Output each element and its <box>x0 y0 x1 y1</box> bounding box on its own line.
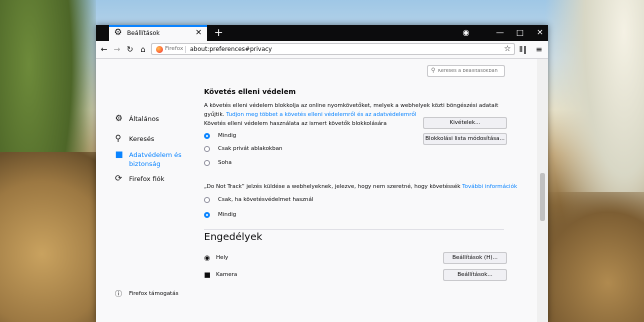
preferences-content: ⚲ Követés elleni védelem A követés ellen… <box>196 59 536 322</box>
radio-selected[interactable] <box>204 212 210 218</box>
firefox-identity-label: Firefox <box>165 46 184 52</box>
tracking-use-label: Követés elleni védelem használata az ism… <box>204 121 387 127</box>
learn-more-link[interactable]: Tudjon meg többet a követés elleni védel… <box>226 112 416 118</box>
section-divider <box>204 229 504 230</box>
scrollbar-thumb[interactable] <box>540 173 545 221</box>
sidebar-item-label: Adatvédelem és <box>129 151 182 159</box>
forward-arrow-icon[interactable]: → <box>111 41 123 58</box>
content-scrollbar[interactable] <box>537 59 548 322</box>
plus-icon[interactable]: + <box>214 25 223 41</box>
radio-unselected[interactable] <box>204 160 210 166</box>
gear-icon: ⚙ <box>115 114 123 124</box>
reload-icon[interactable]: ↻ <box>124 41 136 58</box>
maximize-icon[interactable]: □ <box>510 25 530 41</box>
search-input[interactable] <box>438 66 502 76</box>
radio-unselected[interactable] <box>204 146 210 152</box>
sidebar-item-label: Firefox fiók <box>129 175 165 183</box>
radio-label: Csak, ha követésvédelmet használ <box>218 197 314 203</box>
dnt-label: „Do Not Track” jelzés küldése a webhelye… <box>204 184 461 190</box>
url-separator <box>185 46 186 53</box>
mask-icon[interactable]: ◉ <box>456 25 476 41</box>
tracking-description: A követés elleni védelem blokkolja az on… <box>204 103 499 109</box>
sync-icon: ⟳ <box>115 174 123 184</box>
url-bar[interactable]: Firefox about:preferences#privacy ☆ <box>151 43 515 55</box>
tab-preferences[interactable]: ⚙ Beállítások ✕ <box>109 25 207 41</box>
radio-label: Soha <box>218 160 232 166</box>
camera-icon: ■ <box>204 271 211 279</box>
camera-settings-button[interactable]: Beállítások... <box>443 269 507 281</box>
change-blocklist-button[interactable]: Blokkolási lista módosítása... <box>423 133 507 145</box>
sidebar-item-label: Keresés <box>129 135 155 143</box>
home-icon[interactable]: ⌂ <box>137 41 149 58</box>
help-icon: ⓘ <box>115 290 122 298</box>
url-text[interactable]: about:preferences#privacy <box>190 45 272 54</box>
sidebar-item-label-line2: biztonság <box>129 160 161 168</box>
gear-icon: ⚙ <box>114 28 123 38</box>
sidebar-item-label: Általános <box>129 115 160 123</box>
tracking-description-end: gyűjtik. <box>204 112 225 118</box>
tab-title: Beállítások <box>127 30 160 37</box>
search-icon: ⚲ <box>431 67 436 74</box>
star-icon[interactable]: ☆ <box>504 44 511 54</box>
close-icon[interactable]: ✕ <box>195 28 202 38</box>
dnt-more-info-link[interactable]: További információk <box>462 184 517 190</box>
tab-bar: ⚙ Beállítások ✕ + ◉ — □ ✕ <box>96 25 548 41</box>
location-icon: ◉ <box>204 254 211 262</box>
section-heading-permissions: Engedélyek <box>204 232 263 243</box>
hamburger-menu-icon[interactable]: ≡ <box>533 41 545 58</box>
section-heading-tracking: Követés elleni védelem <box>204 88 296 96</box>
browser-window: ⚙ Beállítások ✕ + ◉ — □ ✕ ← → ↻ ⌂ Firefo… <box>96 25 548 322</box>
preferences-search[interactable]: ⚲ <box>427 65 505 77</box>
radio-label: Mindig <box>218 212 237 218</box>
permission-label: Hely <box>216 255 229 261</box>
dnt-row: „Do Not Track” jelzés küldése a webhelye… <box>204 183 517 191</box>
library-icon[interactable]: Ⅱ‖ <box>517 41 529 58</box>
firefox-logo-icon <box>156 46 163 53</box>
radio-label: Mindig <box>218 133 237 139</box>
preferences-sidebar: ⚙ Általános ⚲ Keresés ■ Adatvédelem és b… <box>96 59 196 322</box>
search-icon: ⚲ <box>115 134 122 144</box>
permission-label: Kamera <box>216 272 238 278</box>
radio-label: Csak privát ablakokban <box>218 146 283 152</box>
minimize-icon[interactable]: — <box>490 25 510 41</box>
back-arrow-icon[interactable]: ← <box>98 41 110 58</box>
firefox-support-label: Firefox támogatás <box>129 291 179 297</box>
close-window-icon[interactable]: ✕ <box>530 25 548 41</box>
location-settings-button[interactable]: Beállítások (H)... <box>443 252 507 264</box>
tracking-description-line2: gyűjtik. Tudjon meg többet a követés ell… <box>204 111 416 119</box>
radio-unselected[interactable] <box>204 197 210 203</box>
lock-icon: ■ <box>115 150 124 160</box>
navigation-bar: ← → ↻ ⌂ Firefox about:preferences#privac… <box>96 41 548 59</box>
radio-selected[interactable] <box>204 133 210 139</box>
exceptions-button[interactable]: Kivételek... <box>423 117 507 129</box>
